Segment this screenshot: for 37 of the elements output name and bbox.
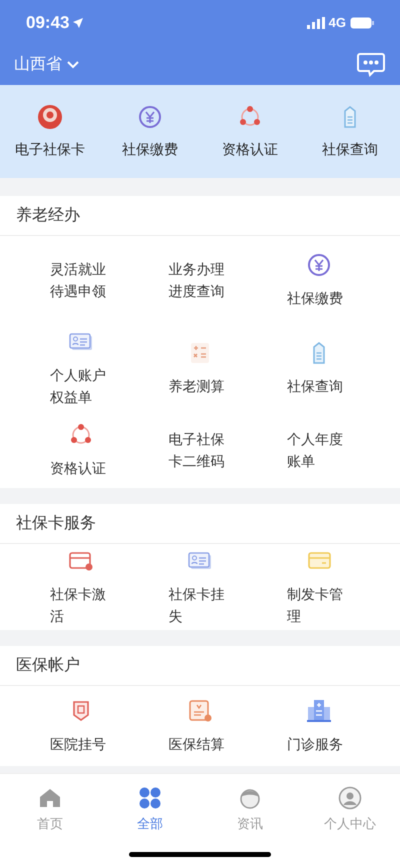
user-icon — [338, 786, 362, 810]
region-selector[interactable]: 山西省 — [14, 53, 80, 77]
service-item[interactable]: 制发卡管理 — [287, 547, 350, 627]
section-title: 医保帐户 — [16, 656, 80, 676]
quick-action[interactable]: 电子社保卡 — [0, 85, 100, 178]
section-title: 养老经办 — [16, 206, 80, 226]
location-arrow-icon — [73, 18, 84, 28]
quick-action[interactable]: 资格认证 — [200, 85, 300, 178]
chevron-down-icon — [66, 60, 80, 70]
emblem-icon — [36, 103, 64, 131]
home-icon — [38, 786, 62, 810]
service-item[interactable]: 医院挂号 — [50, 697, 113, 755]
status-time: 09:43 — [26, 12, 70, 34]
yen-icon — [136, 103, 164, 131]
service-item[interactable]: 资格认证 — [50, 421, 113, 479]
tab-bar-item[interactable]: 全部 — [100, 786, 200, 834]
grid-icon — [138, 786, 162, 810]
hospital-building-icon — [304, 697, 333, 725]
quick-action[interactable]: 社保查询 — [300, 85, 400, 178]
service-item[interactable]: 业务办理进度查询 — [168, 258, 232, 302]
service-item[interactable]: 养老测算 — [168, 339, 232, 397]
service-item[interactable]: 灵活就业待遇申领 — [50, 258, 113, 302]
quick-action[interactable]: 社保缴费 — [100, 85, 200, 178]
message-icon[interactable] — [356, 52, 386, 78]
service-item[interactable]: 社保查询 — [287, 339, 350, 397]
signal-icon — [306, 16, 325, 28]
service-item[interactable]: 个人年度账单 — [287, 428, 350, 472]
service-item[interactable]: 个人账户权益单 — [50, 328, 113, 408]
battery-icon — [350, 16, 374, 28]
service-item[interactable]: 社保缴费 — [287, 251, 350, 309]
service-item[interactable]: 医保结算 — [168, 697, 232, 755]
network-type: 4G — [328, 14, 346, 32]
section-title: 社保卡服务 — [16, 514, 96, 534]
service-item[interactable]: 社保卡激活 — [50, 547, 113, 627]
service-item[interactable]: 电子社保卡二维码 — [168, 428, 232, 472]
service-item[interactable]: 社保卡挂失 — [168, 547, 232, 627]
service-item[interactable]: 门诊服务 — [287, 697, 350, 755]
